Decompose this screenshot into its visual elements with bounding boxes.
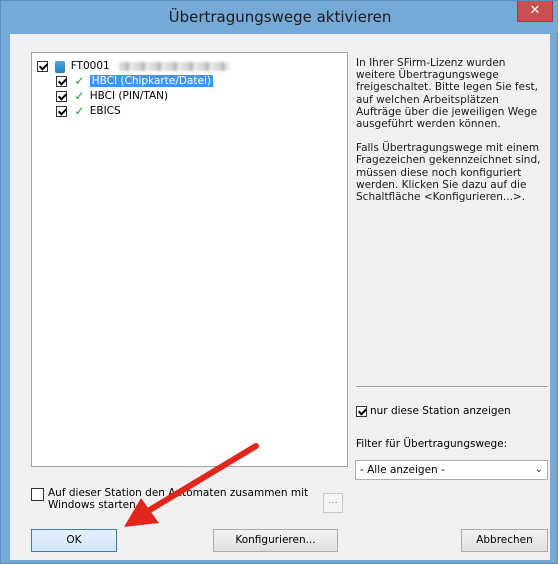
tree-item-checkbox[interactable] <box>56 76 67 87</box>
tree-item-label[interactable]: HBCI (Chipkarte/Datei) <box>89 75 213 87</box>
tree-item-label[interactable]: HBCI (PIN/TAN) <box>90 90 168 102</box>
info-paragraph: In Ihrer SFirm-Lizenz wurden weitere Übe… <box>356 57 539 131</box>
autostart-options-button[interactable]: ... <box>323 493 343 513</box>
dialog-window: Übertragungswege aktivieren ✕ FT0001 ✓ H… <box>0 0 558 564</box>
tree-item-row[interactable]: ✓ HBCI (PIN/TAN) <box>56 89 168 104</box>
computer-icon <box>55 60 66 73</box>
title-bar: Übertragungswege aktivieren ✕ <box>1 1 558 33</box>
close-button[interactable]: ✕ <box>517 1 553 22</box>
cancel-button[interactable]: Abbrechen <box>461 529 548 552</box>
green-check-icon: ✓ <box>74 89 85 103</box>
transfer-path-tree[interactable]: FT0001 ✓ HBCI (Chipkarte/Datei) ✓ HBCI (… <box>31 52 348 467</box>
tree-root-row[interactable]: FT0001 <box>37 59 230 74</box>
tree-item-checkbox[interactable] <box>56 91 67 102</box>
filter-dropdown[interactable]: - Alle anzeigen - ⌄ <box>355 460 548 480</box>
ok-button[interactable]: OK <box>31 529 117 552</box>
tree-item-checkbox[interactable] <box>56 106 67 117</box>
filter-dropdown-value: - Alle anzeigen - <box>360 464 445 476</box>
station-only-checkbox[interactable] <box>356 405 367 417</box>
divider <box>356 386 548 388</box>
tree-root-label: FT0001 <box>70 60 110 72</box>
dialog-client-area: FT0001 ✓ HBCI (Chipkarte/Datei) ✓ HBCI (… <box>10 34 550 560</box>
configure-button[interactable]: Konfigurieren... <box>213 529 338 552</box>
info-text: In Ihrer SFirm-Lizenz wurden weitere Übe… <box>356 57 546 215</box>
autostart-label: Auf dieser Station den Automaten zusamme… <box>48 487 309 511</box>
tree-root-checkbox[interactable] <box>37 61 48 72</box>
tree-item-row[interactable]: ✓ EBICS <box>56 104 121 119</box>
tree-item-label[interactable]: EBICS <box>90 105 121 117</box>
station-only-label: nur diese Station anzeigen <box>370 405 511 417</box>
autostart-checkbox[interactable] <box>31 488 44 501</box>
green-check-icon: ✓ <box>74 74 85 88</box>
station-only-checkbox-row[interactable]: nur diese Station anzeigen <box>356 405 511 417</box>
chevron-down-icon: ⌄ <box>534 464 543 475</box>
tree-item-row[interactable]: ✓ HBCI (Chipkarte/Datei) <box>56 74 213 89</box>
filter-label: Filter für Übertragungswege: <box>356 438 508 450</box>
redacted-station-name <box>119 62 230 71</box>
green-check-icon: ✓ <box>74 104 85 118</box>
info-paragraph: Falls Übertragungswege mit einem Frageze… <box>356 142 541 204</box>
window-title: Übertragungswege aktivieren <box>168 8 392 26</box>
